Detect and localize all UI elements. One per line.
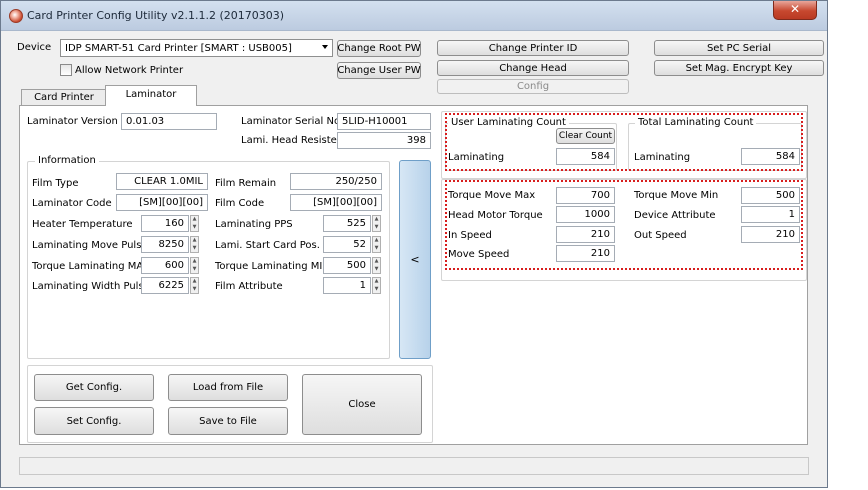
lami-start-card-pos-spinner[interactable]: ▲ ▼ (372, 236, 381, 253)
collapse-arrow-button[interactable]: < (399, 160, 431, 359)
film-remain-field[interactable]: 250/250 (290, 173, 382, 190)
load-from-file-button[interactable]: Load from File (168, 374, 288, 401)
head-resister-field[interactable]: 398 (337, 132, 431, 149)
information-title: Information (35, 155, 99, 166)
torque-laminating-min-spinner[interactable]: ▲ ▼ (372, 257, 381, 274)
torque-laminating-max-label: Torque Laminating MAX (32, 261, 151, 272)
film-attribute-spinner[interactable]: ▲ ▼ (372, 277, 381, 294)
device-select-value: IDP SMART-51 Card Printer [SMART : USB00… (65, 42, 292, 54)
laminating-pps-label: Laminating PPS (215, 219, 293, 230)
film-code-field[interactable]: [SM][00][00] (290, 194, 382, 211)
set-mag-encrypt-key-button[interactable]: Set Mag. Encrypt Key (654, 60, 824, 76)
close-window-button[interactable]: ✕ (773, 1, 817, 20)
laminator-version-label: Laminator Version (27, 116, 118, 127)
laminator-code-field[interactable]: [SM][00][00] (116, 194, 208, 211)
laminating-width-pulse-spinner[interactable]: ▲ ▼ (190, 277, 199, 294)
set-config-button[interactable]: Set Config. (34, 407, 154, 435)
tab-laminator[interactable]: Laminator (105, 85, 197, 106)
laminating-move-pulse-label: Laminating Move Pulse (32, 240, 148, 251)
app-icon (9, 9, 23, 23)
device-select[interactable]: IDP SMART-51 Card Printer [SMART : USB00… (60, 39, 333, 57)
status-bar (19, 457, 809, 475)
laminator-version-field[interactable]: 0.01.03 (121, 113, 217, 130)
laminator-code-label: Laminator Code (32, 198, 112, 209)
film-remain-label: Film Remain (215, 178, 277, 189)
laminator-serial-field[interactable]: 5LID-H10001 (337, 113, 431, 130)
film-attribute-field[interactable]: 1 (323, 277, 371, 294)
title-bar[interactable]: Card Printer Config Utility v2.1.1.2 (20… (1, 1, 827, 31)
set-pc-serial-button[interactable]: Set PC Serial (654, 40, 824, 56)
change-head-button[interactable]: Change Head (437, 60, 629, 76)
film-type-field[interactable]: CLEAR 1.0MIL (116, 173, 208, 190)
save-to-file-button[interactable]: Save to File (168, 407, 288, 435)
change-root-pw-button[interactable]: Change Root PW (337, 40, 421, 57)
app-window: Card Printer Config Utility v2.1.1.2 (20… (0, 0, 828, 488)
lami-start-card-pos-label: Lami. Start Card Pos. (215, 240, 320, 251)
tab-card-printer[interactable]: Card Printer (21, 89, 107, 105)
config-button[interactable]: Config (437, 79, 629, 94)
laminating-width-pulse-field[interactable]: 6225 (141, 277, 189, 294)
change-printer-id-button[interactable]: Change Printer ID (437, 40, 629, 56)
chevron-down-icon[interactable] (322, 45, 328, 49)
close-button[interactable]: Close (302, 374, 422, 435)
torque-laminating-min-field[interactable]: 500 (323, 257, 371, 274)
film-code-label: Film Code (215, 198, 265, 209)
laminating-pps-field[interactable]: 525 (323, 215, 371, 232)
head-resister-label: Lami. Head Resister (241, 135, 341, 146)
laminating-width-pulse-label: Laminating Width Pulse (32, 281, 150, 292)
film-attribute-label: Film Attribute (215, 281, 283, 292)
heater-temperature-label: Heater Temperature (32, 219, 133, 230)
laminating-move-pulse-spinner[interactable]: ▲ ▼ (190, 236, 199, 253)
torque-highlight (445, 180, 803, 270)
allow-network-label: Allow Network Printer (75, 65, 184, 76)
allow-network-checkbox[interactable] (60, 64, 72, 76)
laminating-move-pulse-field[interactable]: 8250 (141, 236, 189, 253)
counts-highlight (445, 113, 803, 171)
window-title: Card Printer Config Utility v2.1.1.2 (20… (27, 9, 285, 22)
torque-laminating-max-spinner[interactable]: ▲ ▼ (190, 257, 199, 274)
torque-laminating-max-field[interactable]: 600 (141, 257, 189, 274)
lami-start-card-pos-field[interactable]: 52 (323, 236, 371, 253)
device-label: Device (17, 42, 52, 53)
laminating-pps-spinner[interactable]: ▲ ▼ (372, 215, 381, 232)
heater-temperature-field[interactable]: 160 (141, 215, 189, 232)
laminator-serial-label: Laminator Serial No. (241, 116, 344, 127)
film-type-label: Film Type (32, 178, 79, 189)
heater-temperature-spinner[interactable]: ▲ ▼ (190, 215, 199, 232)
change-user-pw-button[interactable]: Change User PW (337, 62, 421, 79)
torque-laminating-min-label: Torque Laminating MIN (215, 261, 330, 272)
get-config-button[interactable]: Get Config. (34, 374, 154, 401)
